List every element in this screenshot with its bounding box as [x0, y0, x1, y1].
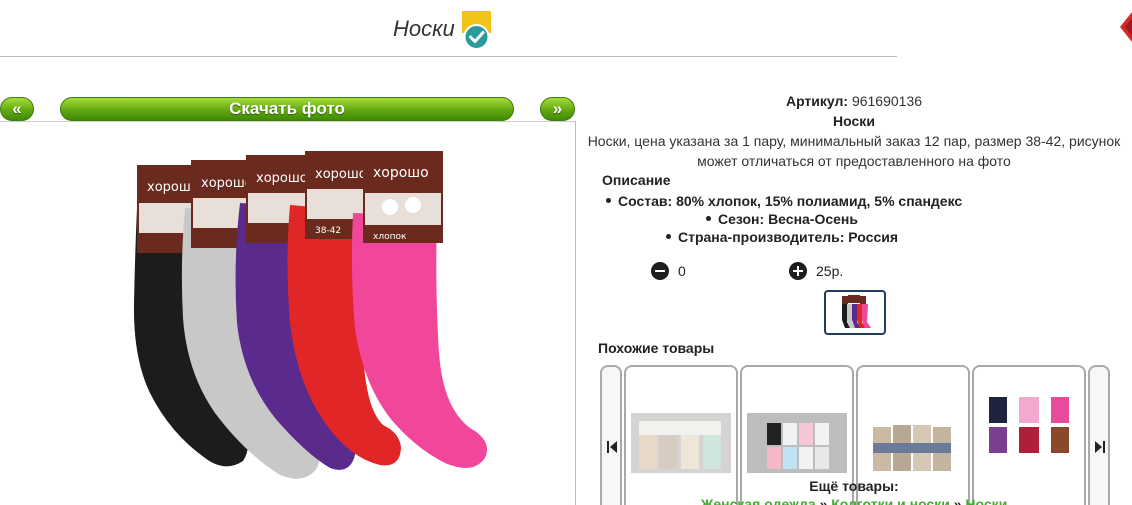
- breadcrumb-separator: »: [819, 496, 828, 505]
- svg-text:хорошо: хорошо: [315, 167, 367, 182]
- quantity-value: 0: [678, 263, 686, 279]
- product-description-1: Носки, цена указана за 1 пару, минимальн…: [587, 133, 1121, 149]
- prev-photo-button[interactable]: «: [0, 97, 34, 121]
- skip-first-icon: [607, 441, 617, 453]
- selected-photo-thumbnail[interactable]: [824, 290, 886, 335]
- description-title: Описание: [602, 172, 671, 188]
- article-line: Артикул: 961690136: [576, 93, 1132, 109]
- product-photo: хорошо хорошо хорошо хорошо 38-42 хорошо…: [133, 151, 488, 479]
- svg-text:хорошо: хорошо: [201, 176, 253, 191]
- similar-product-image: [747, 413, 847, 473]
- breadcrumb-separator: »: [953, 496, 962, 505]
- spec-item: Страна-производитель: Россия: [666, 229, 898, 245]
- category-breadcrumb: Женская одежда » Колготки и носки » Носк…: [576, 496, 1132, 505]
- skip-last-icon: [1095, 441, 1105, 453]
- photo-nav-divider: [0, 121, 575, 122]
- breadcrumb-link-socks[interactable]: Носки: [965, 496, 1007, 505]
- similar-product-image: [631, 413, 731, 473]
- svg-text:хорошо: хорошо: [373, 165, 429, 181]
- decrease-quantity-icon[interactable]: [651, 262, 669, 280]
- breadcrumb-link-womens-clothing[interactable]: Женская одежда: [701, 496, 816, 505]
- breadcrumb-link-tights-socks[interactable]: Колготки и носки: [831, 496, 950, 505]
- similar-products-title: Похожие товары: [598, 340, 715, 356]
- article-label: Артикул:: [785, 93, 849, 109]
- package-size: 38-42: [315, 226, 341, 236]
- more-products-title: Ещё товары:: [809, 478, 899, 494]
- similar-product-image: [863, 413, 963, 473]
- package-brand: хорошо: [147, 180, 199, 195]
- download-photo-button[interactable]: Скачать фото: [60, 97, 514, 121]
- article-value: 961690136: [851, 93, 923, 109]
- page-title: Носки: [393, 16, 455, 41]
- product-description-2: может отличаться от предоставленного на …: [697, 153, 1011, 169]
- package-material: хлопок: [373, 232, 407, 242]
- product-name: Носки: [833, 113, 875, 129]
- close-icon[interactable]: [1117, 10, 1132, 44]
- price-value: 25р.: [816, 263, 844, 279]
- next-photo-button[interactable]: »: [540, 97, 575, 121]
- thumbnail-image: [842, 295, 871, 328]
- spec-item: Состав: 80% хлопок, 15% полиамид, 5% спа…: [606, 193, 962, 209]
- spec-item: Сезон: Весна-Осень: [706, 211, 858, 227]
- increase-quantity-icon[interactable]: [789, 262, 807, 280]
- svg-text:хорошо: хорошо: [256, 171, 308, 186]
- verified-badge-icon: [462, 11, 491, 50]
- similar-product-image: [979, 395, 1079, 455]
- column-divider: [575, 121, 576, 505]
- header-divider: [0, 56, 897, 57]
